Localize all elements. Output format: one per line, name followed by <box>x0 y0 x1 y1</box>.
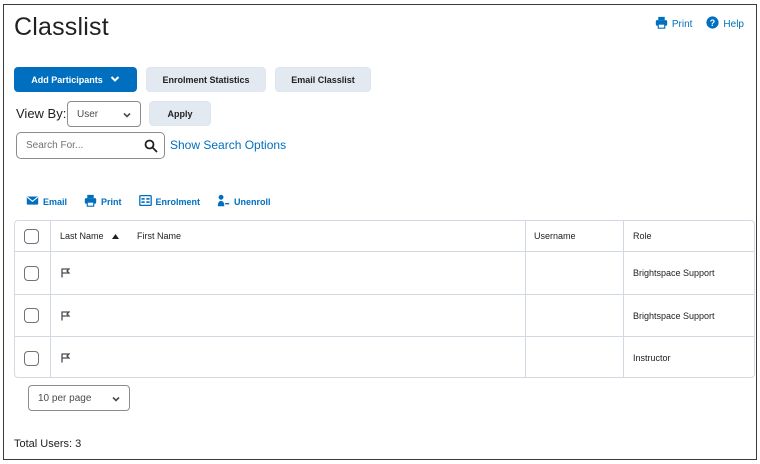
chevron-down-icon <box>123 111 131 119</box>
unenroll-action[interactable]: Unenroll <box>217 194 271 209</box>
email-action[interactable]: Email <box>26 194 67 209</box>
first-name-header[interactable]: First Name <box>137 221 181 251</box>
last-name-header-label: Last Name <box>60 231 104 241</box>
row-checkbox[interactable] <box>24 308 39 323</box>
envelope-icon <box>26 194 39 209</box>
per-page-selected: 10 per page <box>38 392 92 404</box>
enrolment-statistics-button[interactable]: Enrolment Statistics <box>146 67 266 92</box>
action-bar: Email Print Enrolment Unenroll <box>26 194 271 209</box>
enrolment-icon <box>138 194 152 209</box>
enrolment-action-label: Enrolment <box>155 196 201 207</box>
enrolment-action[interactable]: Enrolment <box>138 194 201 209</box>
row-checkbox[interactable] <box>24 350 39 366</box>
print-action-label: Print <box>101 196 122 207</box>
table-row: Instructor <box>15 337 754 377</box>
select-all-checkbox[interactable] <box>24 228 39 244</box>
print-link[interactable]: Print <box>655 16 693 32</box>
role-header[interactable]: Role <box>633 221 652 251</box>
printer-icon <box>655 16 668 32</box>
printer-icon <box>84 194 97 209</box>
row-checkbox[interactable] <box>24 265 39 281</box>
flag-icon[interactable] <box>61 337 70 377</box>
chevron-down-icon <box>112 395 120 403</box>
unenroll-user-icon <box>217 194 230 209</box>
help-icon: ? <box>706 16 720 32</box>
table-row: Brightspace Support <box>15 295 754 337</box>
print-action[interactable]: Print <box>84 194 122 209</box>
table-header-row: Last Name First Name Username Role <box>15 221 754 252</box>
email-action-label: Email <box>43 196 68 207</box>
sort-ascending-icon <box>111 231 119 241</box>
print-link-label: Print <box>671 18 693 30</box>
view-by-label: View By: <box>16 106 67 121</box>
email-classlist-button[interactable]: Email Classlist <box>275 67 371 92</box>
search-box <box>16 132 165 159</box>
role-cell: Brightspace Support <box>633 310 715 321</box>
flag-icon[interactable] <box>61 295 70 336</box>
svg-text:?: ? <box>710 18 715 28</box>
unenroll-action-label: Unenroll <box>234 196 271 207</box>
search-input[interactable] <box>17 133 135 158</box>
role-cell: Instructor <box>633 353 671 363</box>
flag-icon[interactable] <box>61 252 70 294</box>
last-name-header[interactable]: Last Name <box>60 221 119 251</box>
role-cell: Brightspace Support <box>633 268 715 278</box>
total-users-count: Total Users: 3 <box>14 438 82 450</box>
apply-button[interactable]: Apply <box>149 101 211 126</box>
search-icon[interactable] <box>144 139 158 153</box>
table-row: Brightspace Support <box>15 252 754 295</box>
add-participants-button[interactable]: Add Participants <box>14 67 137 92</box>
view-by-selected: User <box>77 108 99 120</box>
add-participants-label: Add Participants <box>31 74 103 85</box>
help-link-label: Help <box>723 18 744 30</box>
show-search-options-link[interactable]: Show Search Options <box>170 138 286 152</box>
view-by-select[interactable]: User <box>67 101 141 127</box>
username-header[interactable]: Username <box>534 221 576 251</box>
classlist-table: Last Name First Name Username Role Brigh… <box>14 220 755 378</box>
classlist-window: Classlist Print ? Help Add Participants … <box>3 4 757 460</box>
chevron-down-icon <box>110 74 120 86</box>
help-link[interactable]: ? Help <box>706 16 744 32</box>
per-page-select[interactable]: 10 per page <box>28 385 130 411</box>
page-title: Classlist <box>14 13 109 41</box>
top-links: Print ? Help <box>655 16 744 32</box>
